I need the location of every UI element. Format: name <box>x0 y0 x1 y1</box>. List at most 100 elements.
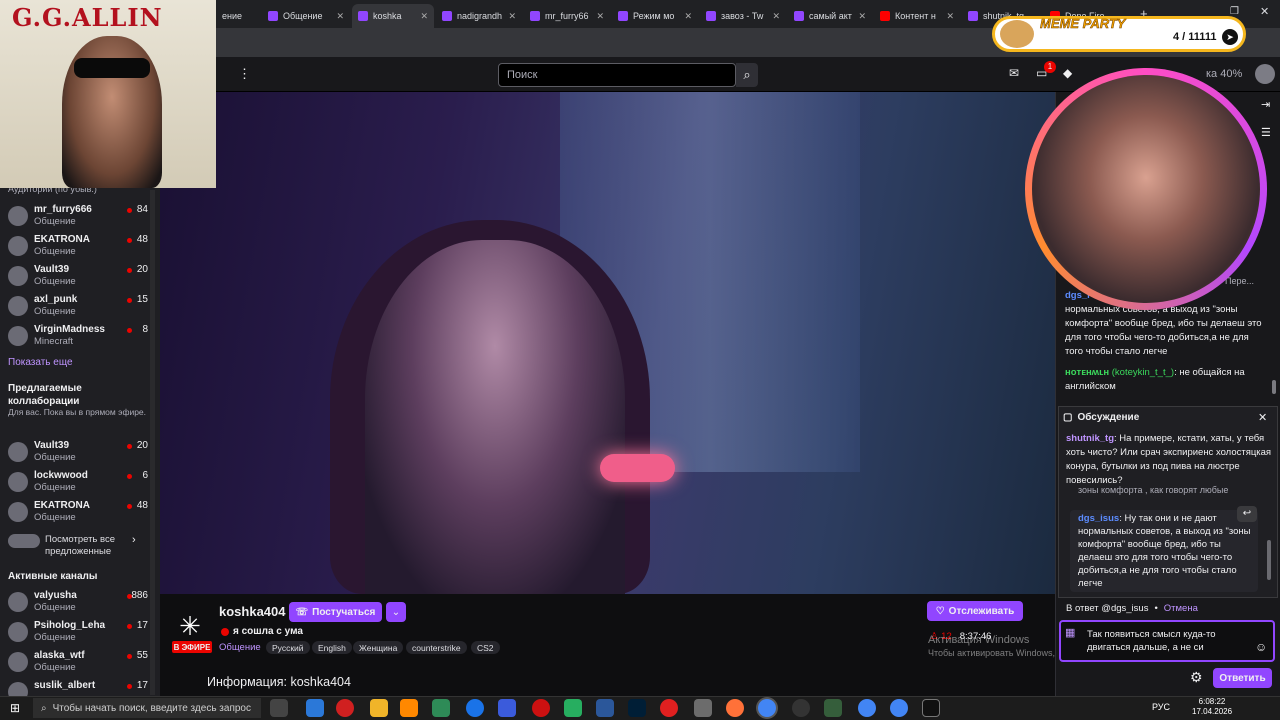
emote-icon[interactable]: ☺ <box>1255 640 1267 654</box>
knock-button[interactable]: ☏ Постучаться <box>289 602 382 622</box>
edge-icon[interactable] <box>466 699 484 717</box>
more-menu-icon[interactable]: ⋮ <box>238 66 251 82</box>
chat-input[interactable]: Так появиться смысл куда-то двигаться да… <box>1059 620 1275 662</box>
cancel-reply-link[interactable]: Отмена <box>1164 603 1198 614</box>
close-icon[interactable]: ✕ <box>596 11 604 22</box>
browser-tab[interactable]: nadigrandh ✕ <box>436 4 522 28</box>
chat-message: ʜᴏᴛᴇʜʍʟʜ (koteykin_t_t_): не общайся на … <box>1065 367 1245 392</box>
stream-category-link[interactable]: Общение <box>219 642 261 653</box>
send-reply-button[interactable]: Ответить <box>1213 668 1272 688</box>
browser-tab[interactable]: завоз - Tw ✕ <box>700 4 786 28</box>
obs-icon[interactable] <box>792 699 810 717</box>
tag[interactable]: CS2 <box>471 641 500 654</box>
twitch-icon <box>268 11 278 21</box>
see-all-collabs-link[interactable]: Посмотреть все предложенные <box>45 534 135 558</box>
chevron-right-icon[interactable]: › <box>132 534 136 546</box>
taskbar-app-icon[interactable] <box>564 699 582 717</box>
windows-start-icon[interactable]: ⊞ <box>10 701 20 715</box>
close-icon[interactable]: ✕ <box>420 11 428 22</box>
sidebar-channel[interactable]: alaska_wtf Общение 55 <box>8 650 148 680</box>
mail-icon[interactable]: ✉ <box>1009 66 1019 80</box>
sidebar-channel[interactable]: Vault39 Общение 20 <box>8 440 148 470</box>
taskbar-clock[interactable]: 6:08:22 17.04.2026 <box>1192 697 1232 717</box>
sidebar-channel[interactable]: lockwwood Общение 6 <box>8 470 148 500</box>
stream-title: я сошла с ума <box>221 626 303 637</box>
live-dot <box>127 444 132 449</box>
chevron-down-icon[interactable]: ⌄ <box>386 602 406 622</box>
search-input[interactable]: Поиск <box>498 63 736 87</box>
sidebar-channel[interactable]: EKATRONA Общение 48 <box>8 234 148 264</box>
opera-icon[interactable] <box>336 699 354 717</box>
show-more-link[interactable]: Показать еще <box>8 357 73 368</box>
follow-button[interactable]: ♡ Отслеживать <box>927 601 1023 621</box>
sidebar-channel[interactable]: Vault39 Общение 20 <box>8 264 148 294</box>
crown-icon[interactable]: ◆ <box>1063 66 1072 80</box>
chrome-icon[interactable] <box>890 699 908 717</box>
sidebar-channel[interactable]: EKATRONA Общение 48 <box>8 500 148 530</box>
badge-icon[interactable]: ▦ <box>1065 626 1075 639</box>
yandex-icon[interactable] <box>660 699 678 717</box>
photoshop-icon[interactable] <box>628 699 646 717</box>
taskbar-app-icon[interactable] <box>498 699 516 717</box>
taskbar-search[interactable]: ⌕ Чтобы начать поиск, введите здесь запро… <box>33 698 261 718</box>
taskbar-app-icon[interactable] <box>306 699 324 717</box>
close-icon[interactable]: ✕ <box>858 11 866 22</box>
collapse-chat-icon[interactable]: ⇥ <box>1261 98 1270 111</box>
browser-tab[interactable]: самый акт ✕ <box>788 4 872 28</box>
sidebar-channel[interactable]: suslik_albert 17 <box>8 680 148 696</box>
taskbar-app-icon[interactable] <box>694 699 712 717</box>
close-window-icon[interactable]: ✕ <box>1260 5 1269 18</box>
close-icon[interactable]: ✕ <box>946 11 954 22</box>
avatar <box>8 442 28 462</box>
channel-name[interactable]: koshka404 <box>219 604 286 619</box>
chat-scrollbar[interactable] <box>1272 380 1276 394</box>
browser-tab[interactable]: Контент н ✕ <box>874 4 960 28</box>
twitch-icon <box>706 11 716 21</box>
browser-tab[interactable]: mr_furry66 ✕ <box>524 4 610 28</box>
thread-scrollbar[interactable] <box>1267 540 1271 580</box>
tag[interactable]: English <box>312 641 352 654</box>
vlc-icon[interactable] <box>400 699 418 717</box>
close-icon[interactable]: ✕ <box>508 11 516 22</box>
language-indicator[interactable]: РУС <box>1152 702 1170 712</box>
browser-tab[interactable]: ение <box>216 4 260 28</box>
close-icon[interactable]: ✕ <box>684 11 692 22</box>
tag[interactable]: counterstrike <box>406 641 467 654</box>
word-icon[interactable] <box>596 699 614 717</box>
chrome-icon[interactable] <box>858 699 876 717</box>
firefox-icon[interactable] <box>726 699 744 717</box>
folder-icon[interactable] <box>370 699 388 717</box>
reply-icon[interactable]: ↩ <box>1237 506 1257 522</box>
twitch-icon <box>358 11 368 21</box>
search-icon[interactable]: ⌕ <box>736 63 758 87</box>
sidebar-channel[interactable]: axl_punk Общение 15 <box>8 294 148 324</box>
poster-title: G.G.ALLIN <box>12 3 163 32</box>
close-icon[interactable]: ✕ <box>336 11 344 22</box>
sidebar-channel[interactable]: valyusha Общение 886 <box>8 590 148 620</box>
taskbar-app-icon[interactable] <box>824 699 842 717</box>
sidebar-channel[interactable]: Psiholog_Leha Общение 17 <box>8 620 148 650</box>
sidebar-channel[interactable]: mr_furry666 Общение 84 <box>8 204 148 234</box>
chrome-icon[interactable] <box>758 699 776 717</box>
video-streamer-face <box>365 240 625 594</box>
avatar <box>8 622 28 642</box>
browser-tab-active[interactable]: koshka ✕ <box>352 4 434 28</box>
capcut-icon[interactable] <box>922 699 940 717</box>
user-avatar[interactable] <box>1255 64 1275 84</box>
live-dot <box>127 298 132 303</box>
chat-settings-icon[interactable]: ⚙ <box>1190 669 1203 686</box>
close-icon[interactable]: ✕ <box>772 11 780 22</box>
browser-tab[interactable]: Режим мо ✕ <box>612 4 698 28</box>
taskbar-app-icon[interactable] <box>432 699 450 717</box>
live-dot <box>127 654 132 659</box>
opera-gx-icon[interactable] <box>532 699 550 717</box>
tag[interactable]: Русский <box>266 641 310 654</box>
tag[interactable]: Женщина <box>353 641 404 654</box>
channel-logo-icon[interactable]: ✳ <box>172 608 208 644</box>
sidebar-channel[interactable]: VirginMadness Minecraft 8 <box>8 324 148 354</box>
users-icon[interactable]: ☰ <box>1261 126 1271 139</box>
sidebar-scrollbar[interactable] <box>150 190 155 695</box>
close-icon[interactable]: ✕ <box>1258 411 1267 424</box>
browser-tab[interactable]: Общение ✕ <box>262 4 350 28</box>
task-view-icon[interactable] <box>270 699 288 717</box>
